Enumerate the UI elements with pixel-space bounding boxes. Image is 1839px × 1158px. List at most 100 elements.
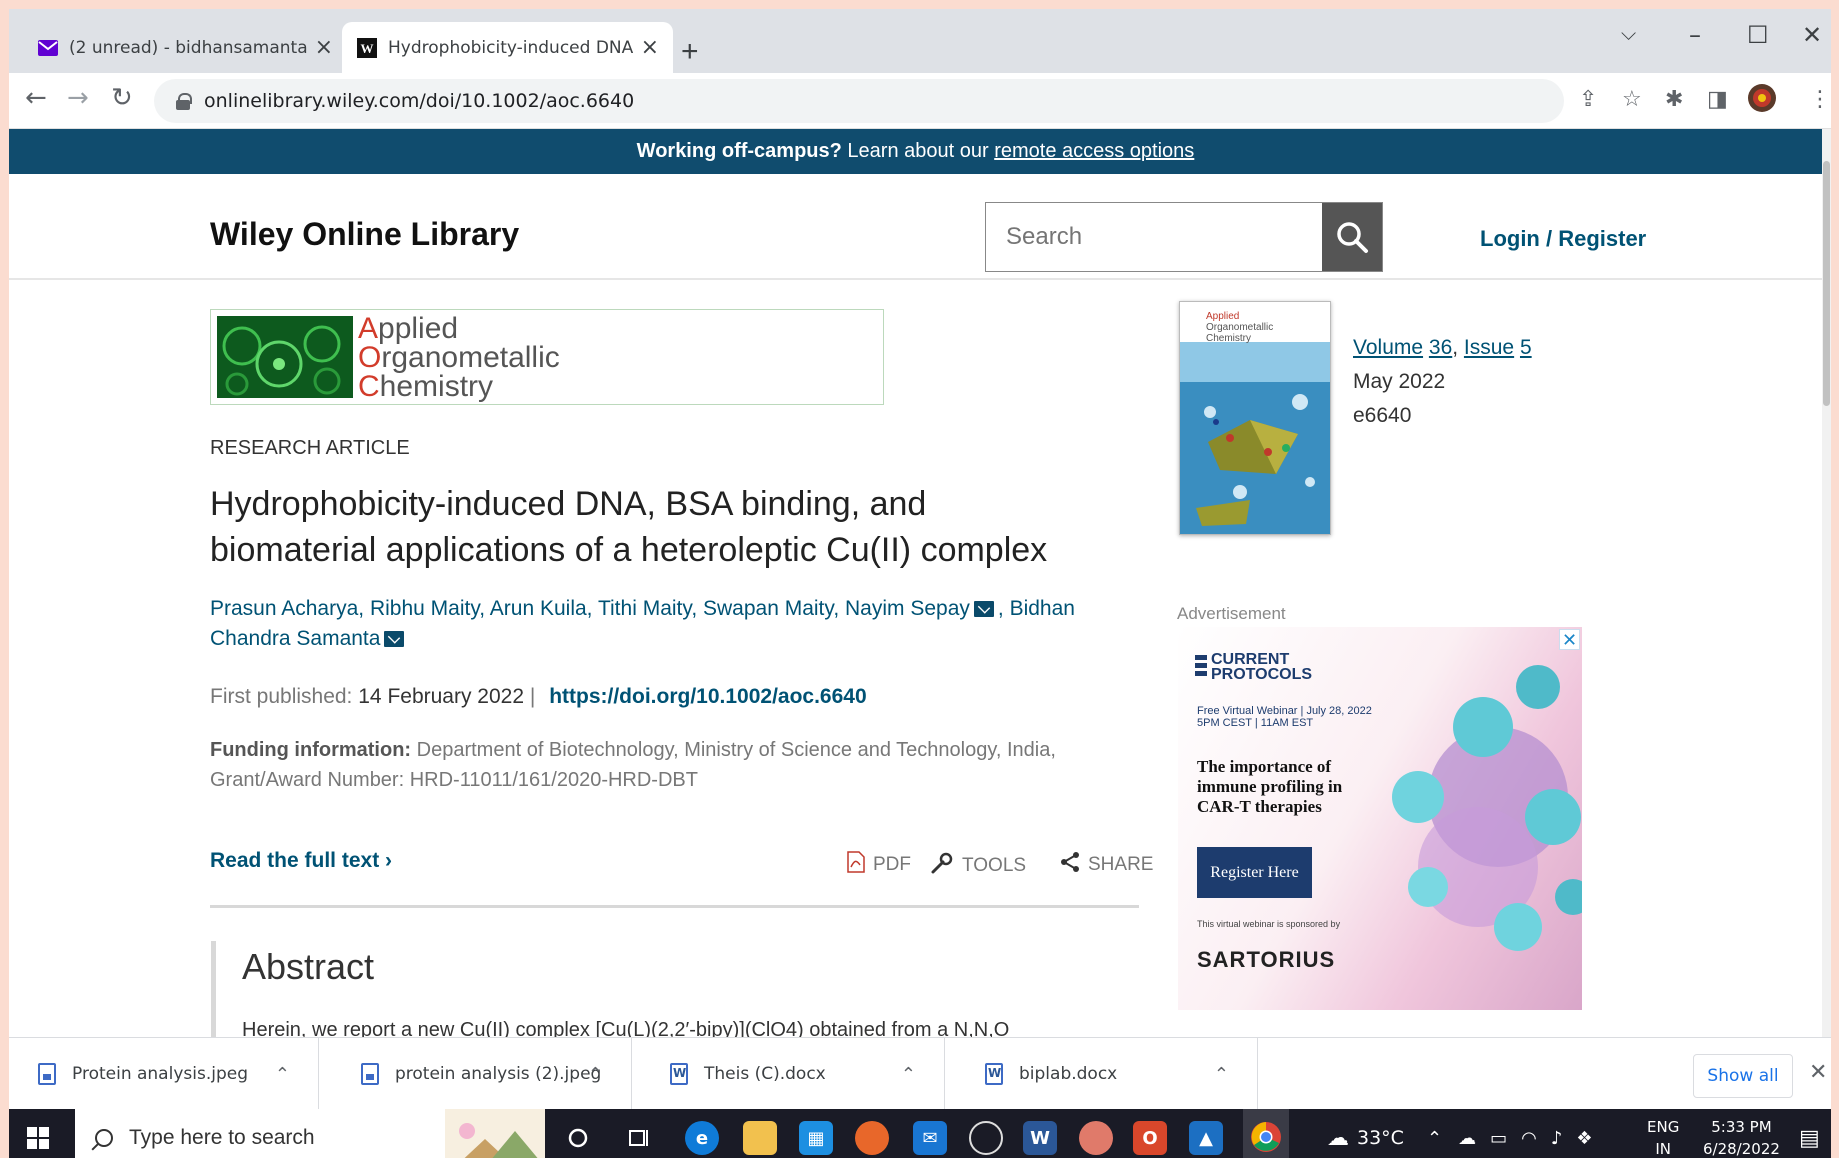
windows-start-icon[interactable]	[27, 1127, 49, 1149]
email-icon[interactable]	[973, 601, 994, 618]
wiley-icon: W	[356, 37, 378, 59]
issue-cover-image: Applied Organometallic Chemistry	[1180, 302, 1330, 534]
doi-link[interactable]: https://doi.org/10.1002/aoc.6640	[549, 685, 866, 708]
maximize-icon[interactable]: ☐	[1747, 21, 1769, 49]
author-link[interactable]: Swapan Maity	[703, 597, 833, 620]
chevron-up-icon[interactable]: ⌃	[275, 1064, 290, 1085]
chart-app-icon[interactable]	[1079, 1121, 1113, 1155]
taskbar-search[interactable]: Type here to search	[75, 1109, 545, 1158]
search-box	[985, 202, 1383, 272]
show-all-downloads-button[interactable]: Show all	[1693, 1054, 1793, 1098]
volume-number-link[interactable]: 36	[1429, 336, 1452, 359]
close-downloads-icon[interactable]: ✕	[1809, 1060, 1827, 1085]
author-link[interactable]: Arun Kuila	[490, 597, 587, 620]
obs-icon[interactable]	[969, 1121, 1003, 1155]
author-link[interactable]: Prasun Acharya	[210, 597, 358, 620]
system-tray-icons[interactable]: ⌃ ☁ ▭ ◠ ♪ ❖	[1427, 1109, 1592, 1158]
window-close-icon[interactable]: ✕	[1802, 21, 1822, 49]
chevron-up-icon[interactable]: ⌃	[1214, 1064, 1229, 1085]
cortana-icon[interactable]	[561, 1121, 595, 1155]
mail-app-icon[interactable]: ✉	[913, 1121, 947, 1155]
lock-icon[interactable]	[176, 93, 192, 110]
weather-cloud-icon: ☁	[1327, 1125, 1349, 1151]
ad-headline: The importance of immune profiling in CA…	[1197, 757, 1343, 816]
register-here-button[interactable]: Register Here	[1197, 847, 1312, 898]
journal-banner[interactable]: Applied Organometallic Chemistry	[210, 309, 884, 405]
extensions-icon[interactable]: ✱	[1665, 87, 1683, 112]
file-explorer-icon[interactable]	[743, 1121, 777, 1155]
tab-mail[interactable]: (2 unread) - bidhansamanta@yah ×	[23, 22, 347, 73]
menu-icon[interactable]: ⋮	[1809, 87, 1831, 112]
banner-bold: Working off-campus?	[636, 140, 842, 162]
close-icon[interactable]: ×	[641, 35, 659, 60]
photos-icon[interactable]: ▲	[1189, 1121, 1223, 1155]
chevron-up-icon[interactable]: ⌃	[588, 1064, 603, 1085]
author-link[interactable]: Nayim Sepay	[845, 597, 970, 620]
ad-close-icon[interactable]: ✕	[1559, 629, 1580, 650]
email-icon[interactable]	[384, 631, 405, 648]
share-page-icon[interactable]: ⇪	[1579, 87, 1597, 112]
chevron-up-icon[interactable]: ⌃	[1427, 1128, 1442, 1149]
dropbox-icon[interactable]: ❖	[1576, 1128, 1592, 1149]
issue-number-link[interactable]: 5	[1520, 336, 1532, 359]
issue-link[interactable]: Issue	[1464, 336, 1514, 359]
weather-widget[interactable]: ☁ 33°C	[1327, 1109, 1404, 1158]
forward-icon[interactable]: →	[67, 83, 89, 113]
task-view-icon[interactable]	[623, 1121, 657, 1155]
close-icon[interactable]: ×	[315, 35, 333, 60]
publish-date: 14 February 2022	[358, 685, 525, 708]
svg-text:Applied: Applied	[1206, 311, 1239, 322]
download-item[interactable]: protein analysis (2).jpeg ⌃	[319, 1038, 632, 1110]
scrollbar-thumb[interactable]	[1823, 161, 1830, 406]
minimize-icon[interactable]: –	[1689, 21, 1701, 49]
page-scrollbar[interactable]	[1822, 129, 1831, 1037]
login-register-link[interactable]: Login / Register	[1480, 226, 1646, 252]
chevron-right-icon: ›	[385, 849, 393, 872]
chevron-up-icon[interactable]: ⌃	[901, 1064, 916, 1085]
chevron-down-icon[interactable]: ⌵	[1621, 21, 1636, 45]
firefox-icon[interactable]	[855, 1121, 889, 1155]
clock-date: 6/28/2022	[1703, 1140, 1780, 1158]
word-icon[interactable]: W	[1023, 1121, 1057, 1155]
clock[interactable]: 5:33 PM 6/28/2022	[1703, 1109, 1780, 1158]
notification-icon[interactable]: ▤	[1799, 1109, 1820, 1158]
read-full-text-link[interactable]: Read the full text ›	[210, 849, 392, 873]
store-icon[interactable]: ▦	[799, 1121, 833, 1155]
network-icon[interactable]: ☁	[1458, 1128, 1476, 1149]
author-link[interactable]: Tithi Maity	[598, 597, 691, 620]
new-tab-icon[interactable]: +	[681, 37, 699, 67]
language-indicator[interactable]: ENG IN	[1647, 1109, 1679, 1158]
tab-article[interactable]: W Hydrophobicity-induced DNA, BS ×	[342, 22, 673, 73]
side-panel-icon[interactable]: ◨	[1707, 87, 1728, 112]
tools-button[interactable]: TOOLS	[930, 851, 1026, 881]
volume-icon[interactable]: ♪	[1551, 1128, 1563, 1149]
download-item[interactable]: Protein analysis.jpeg ⌃	[9, 1038, 319, 1110]
chrome-icon[interactable]	[1243, 1109, 1289, 1158]
office-icon[interactable]: O	[1133, 1121, 1167, 1155]
edge-icon[interactable]: e	[685, 1121, 719, 1155]
download-item[interactable]: biplab.docx ⌃	[945, 1038, 1258, 1110]
search-button[interactable]	[1322, 203, 1382, 271]
pdf-button[interactable]: PDF	[847, 851, 911, 879]
volume-link[interactable]: Volume	[1353, 336, 1423, 359]
battery-icon[interactable]: ▭	[1490, 1128, 1507, 1149]
site-logo[interactable]: Wiley Online Library	[210, 216, 519, 253]
remote-access-link[interactable]: remote access options	[994, 140, 1194, 162]
advertisement[interactable]: ✕ CURRENT PROTOCOLS Free Virtual Webinar…	[1178, 627, 1582, 1010]
bookmark-star-icon[interactable]: ☆	[1622, 87, 1642, 112]
article-number: e6640	[1353, 404, 1412, 427]
funding-info: Funding information: Department of Biote…	[210, 739, 1056, 791]
profile-avatar-icon[interactable]	[1747, 83, 1777, 119]
share-button[interactable]: SHARE	[1060, 851, 1153, 879]
section-divider	[210, 905, 1139, 908]
back-icon[interactable]: ←	[25, 83, 47, 113]
wifi-icon[interactable]: ◠	[1521, 1128, 1537, 1149]
download-item[interactable]: Theis (C).docx ⌃	[632, 1038, 945, 1110]
issue-cover[interactable]: Applied Organometallic Chemistry	[1179, 301, 1331, 535]
author-link[interactable]: Ribhu Maity	[370, 597, 479, 620]
tab-strip: (2 unread) - bidhansamanta@yah × W Hydro…	[9, 9, 1831, 73]
off-campus-banner: Working off-campus? Learn about our remo…	[9, 129, 1822, 174]
reload-icon[interactable]: ↻	[111, 83, 133, 113]
search-input[interactable]	[986, 203, 1322, 271]
address-bar[interactable]: onlinelibrary.wiley.com/doi/10.1002/aoc.…	[154, 79, 1564, 123]
